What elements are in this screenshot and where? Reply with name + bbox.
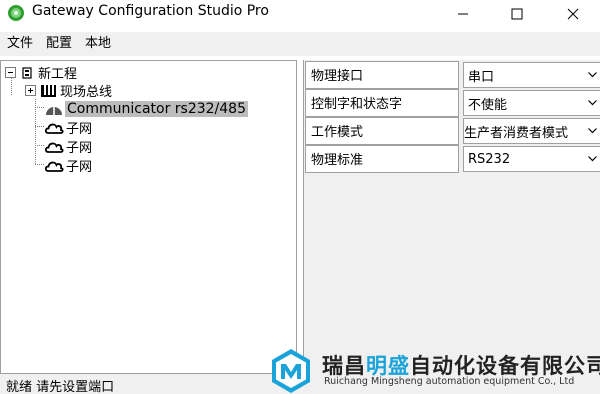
property-grid: 物理接口 串口 控制字和状态字 不使能 工作模式 生产者消费者模式 物理标准 R… [303,60,600,374]
title-bar: Gateway Configuration Studio Pro [0,0,600,28]
tree-connector [35,126,44,127]
status-text: 就绪 请先设置端口 [6,380,115,394]
maximize-button[interactable] [494,0,539,28]
gateway-device-icon [46,106,62,115]
tree-node-subnet[interactable]: 子网 [44,156,93,175]
standard-select[interactable]: RS232 [463,146,600,172]
project-icon [22,66,32,79]
tree-node-root[interactable]: 新工程 [5,63,78,82]
tree-label-subnet: 子网 [66,122,93,137]
cloud-icon [44,161,64,172]
expand-toggle[interactable] [25,85,36,96]
interface-select[interactable]: 串口 [463,62,600,88]
property-value: 串口 [468,69,495,85]
tree-label-subnet: 子网 [66,141,93,156]
property-row-standard: 物理标准 RS232 [304,145,600,173]
tree-node-communicator[interactable]: Communicator rs232/485 [44,99,248,118]
tree-label-root: 新工程 [38,67,78,82]
tree-label-subnet: 子网 [66,160,93,175]
menu-local[interactable]: 本地 [78,32,117,56]
property-value: RS232 [468,151,511,167]
company-name-en: Ruichang Mingsheng automation equipment … [324,376,575,387]
chevron-down-icon[interactable] [584,147,600,171]
tree-connector [35,107,44,108]
project-tree[interactable]: 新工程 现场总线 Communicator rs232/485 子网 子网 子网 [0,60,297,374]
work-mode-select[interactable]: 生产者消费者模式 [463,118,600,144]
menu-config[interactable]: 配置 [39,32,78,56]
property-name: 工作模式 [305,117,459,145]
control-word-select[interactable]: 不使能 [463,90,600,116]
property-name: 物理接口 [305,61,459,89]
company-watermark: 瑞昌明盛自动化设备有限公司 Ruichang Mingsheng automat… [270,346,600,394]
tree-label-communicator: Communicator rs232/485 [65,100,248,117]
close-button[interactable] [550,0,595,28]
bus-icon [41,84,56,97]
tree-label-fieldbus: 现场总线 [60,85,113,100]
minimize-icon [457,13,468,15]
window-title: Gateway Configuration Studio Pro [32,3,269,19]
gateway-app-icon [8,5,24,21]
cloud-icon [44,123,64,134]
chevron-down-icon[interactable] [584,63,600,87]
minimize-button[interactable] [440,0,485,28]
tree-node-subnet[interactable]: 子网 [44,137,93,156]
maximize-icon [511,8,522,20]
property-value: 不使能 [468,97,508,113]
tree-connector [35,145,44,146]
tree-node-subnet[interactable]: 子网 [44,118,93,137]
property-name: 物理标准 [305,145,459,173]
tree-connector [35,164,44,165]
property-row-interface: 物理接口 串口 [304,61,600,89]
menu-file[interactable]: 文件 [0,32,39,56]
property-value: 生产者消费者模式 [464,125,569,141]
property-row-work-mode: 工作模式 生产者消费者模式 [304,117,600,145]
close-icon [567,8,578,20]
chevron-down-icon[interactable] [584,91,600,115]
property-row-control-word: 控制字和状态字 不使能 [304,89,600,117]
collapse-toggle[interactable] [5,67,16,78]
cloud-icon [44,142,64,153]
tree-node-fieldbus[interactable]: 现场总线 [25,81,113,100]
tree-connector [35,99,36,164]
chevron-down-icon[interactable] [584,119,600,143]
property-name: 控制字和状态字 [305,89,459,117]
company-logo-icon [272,349,310,393]
menu-bar: 文件 配置 本地 [0,32,600,56]
